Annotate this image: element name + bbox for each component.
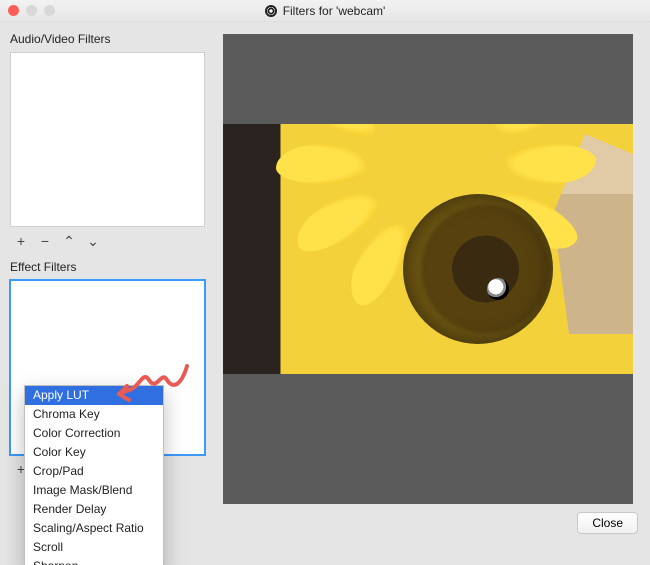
- audio-video-filters-label: Audio/Video Filters: [10, 32, 207, 46]
- zoom-window-icon[interactable]: [44, 5, 55, 16]
- preview-video: [223, 124, 633, 374]
- add-effect-filter-menu: Apply LUTChroma KeyColor CorrectionColor…: [24, 385, 164, 565]
- filter-menu-item[interactable]: Color Correction: [25, 424, 163, 443]
- filter-menu-item[interactable]: Sharpen: [25, 557, 163, 565]
- filter-menu-item[interactable]: Apply LUT: [25, 386, 163, 405]
- close-window-icon[interactable]: [8, 5, 19, 16]
- filter-menu-item[interactable]: Scroll: [25, 538, 163, 557]
- close-button[interactable]: Close: [577, 512, 638, 534]
- minimize-window-icon[interactable]: [26, 5, 37, 16]
- filter-menu-item[interactable]: Chroma Key: [25, 405, 163, 424]
- remove-audio-filter-button[interactable]: −: [38, 233, 52, 250]
- filter-menu-item[interactable]: Scaling/Aspect Ratio: [25, 519, 163, 538]
- add-audio-filter-button[interactable]: +: [14, 233, 28, 250]
- preview-sunflower-center: [403, 194, 553, 344]
- filter-menu-item[interactable]: Color Key: [25, 443, 163, 462]
- filter-menu-item[interactable]: Render Delay: [25, 500, 163, 519]
- preview-eye-shape: [487, 278, 509, 300]
- audio-video-filters-list[interactable]: [10, 52, 205, 227]
- window-controls: [0, 5, 55, 16]
- move-audio-filter-up-button[interactable]: ⌃: [62, 233, 76, 250]
- move-audio-filter-down-button[interactable]: ⌄: [86, 233, 100, 250]
- footer: Close: [223, 512, 638, 534]
- obs-icon: [265, 5, 277, 17]
- preview-area: [223, 34, 633, 504]
- right-panel: Close: [217, 22, 650, 565]
- titlebar: Filters for 'webcam': [0, 0, 650, 22]
- filter-menu-item[interactable]: Crop/Pad: [25, 462, 163, 481]
- audio-video-toolbar: + − ⌃ ⌄: [10, 227, 207, 260]
- window-title: Filters for 'webcam': [0, 4, 650, 18]
- effect-filters-label: Effect Filters: [10, 260, 207, 274]
- filter-menu-item[interactable]: Image Mask/Blend: [25, 481, 163, 500]
- window-title-text: Filters for 'webcam': [283, 4, 386, 18]
